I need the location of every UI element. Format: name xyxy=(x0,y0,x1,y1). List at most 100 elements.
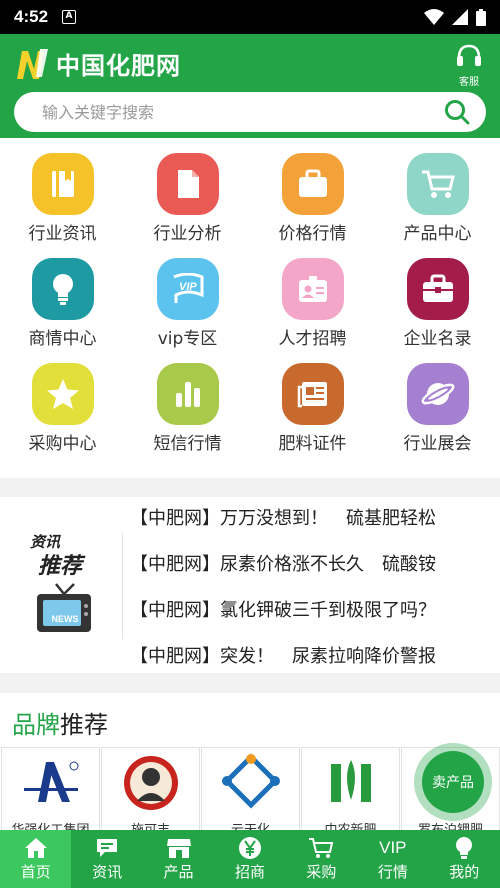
sell-product-label: 卖产品 xyxy=(422,751,484,813)
tv-icon xyxy=(37,583,91,632)
home-icon xyxy=(24,838,47,858)
customer-service-label: 客服 xyxy=(459,77,479,88)
grid-item-product-center[interactable]: 产品中心 xyxy=(375,153,500,244)
bar-chart-icon xyxy=(156,363,219,425)
cart-icon xyxy=(309,838,334,858)
grid-label: 采购中心 xyxy=(28,434,97,454)
grid-label: 价格行情 xyxy=(278,224,347,244)
grid-label: 商情中心 xyxy=(28,329,97,349)
brand-logo-huaqiang xyxy=(23,761,78,802)
document-icon xyxy=(156,153,219,215)
brand-logo-shikefeng xyxy=(123,756,178,810)
tv-news-label: NEWS xyxy=(51,614,79,624)
news-divider xyxy=(122,533,123,639)
grid-label: 肥料证件 xyxy=(278,434,347,454)
grid-item-price-quotes[interactable]: 价格行情 xyxy=(250,153,375,244)
feature-grid: 行业资讯 行业分析 价格行情 产品中心 商情中心 VIP vip专区 人才招聘 … xyxy=(0,138,500,478)
brand-logo-zhongnong xyxy=(330,760,371,802)
lightbulb-icon xyxy=(31,258,94,320)
tab-label: 产品 xyxy=(163,863,194,881)
yen-icon xyxy=(238,837,261,859)
vip-flag-icon: VIP xyxy=(156,258,219,320)
toolbox-icon xyxy=(406,258,469,320)
news-recommend-badge: 资讯 推荐 NEWS xyxy=(22,531,112,641)
grid-item-procurement[interactable]: 采购中心 xyxy=(0,363,125,454)
bottom-tab-bar: 首页 资讯 产品 招商 采购 VIP 行情 我的 xyxy=(0,830,500,888)
status-time: 4:52 xyxy=(14,7,49,26)
newspaper-icon xyxy=(281,363,344,425)
grid-item-company-directory[interactable]: 企业名录 xyxy=(375,258,500,349)
grid-label: 行业资讯 xyxy=(28,224,97,244)
tab-mine[interactable]: 我的 xyxy=(429,830,500,888)
book-icon xyxy=(31,153,94,215)
brand-card[interactable]: 中农新肥 xyxy=(301,747,400,833)
tab-label: 采购 xyxy=(306,863,337,881)
news-item[interactable]: 【中肥网】氯化钾破三千到极限了吗？ xyxy=(130,589,500,635)
grid-label: 产品中心 xyxy=(403,224,472,244)
brand-card[interactable]: 云天化 xyxy=(201,747,300,833)
tab-home[interactable]: 首页 xyxy=(0,830,72,888)
grid-item-recruitment[interactable]: 人才招聘 xyxy=(250,258,375,349)
grid-label: 人才招聘 xyxy=(278,329,347,349)
wifi-icon xyxy=(424,9,444,25)
tab-news[interactable]: 资讯 xyxy=(71,830,142,888)
status-bar: 4:52 A xyxy=(0,0,500,34)
sell-product-button[interactable]: 卖产品 xyxy=(414,743,492,821)
brand-logo-yuntianhua xyxy=(221,753,280,809)
headset-icon xyxy=(457,44,481,66)
tab-investment[interactable]: 招商 xyxy=(214,830,285,888)
app-header: 中国化肥网 客服 xyxy=(0,34,500,138)
notification-a-icon: A xyxy=(62,10,77,24)
grid-item-sms-quotes[interactable]: 短信行情 xyxy=(125,363,250,454)
brand-card[interactable]: 施可丰 xyxy=(101,747,200,833)
news-item[interactable]: 【中肥网】万万没想到！ 硫基肥轻松 xyxy=(130,497,500,543)
tab-products[interactable]: 产品 xyxy=(143,830,214,888)
battery-icon xyxy=(476,8,486,26)
briefcase-icon xyxy=(281,153,344,215)
tab-label: 招商 xyxy=(234,863,265,881)
app-title: 中国化肥网 xyxy=(56,52,181,80)
logo-n-icon xyxy=(17,48,48,79)
tab-label: 资讯 xyxy=(92,863,123,881)
brand-card[interactable]: 华强化工集团 xyxy=(1,747,100,833)
tab-vip-quotes[interactable]: VIP 行情 xyxy=(357,830,428,888)
shop-icon xyxy=(166,839,191,858)
tab-label: 行情 xyxy=(377,863,408,881)
search-bar[interactable] xyxy=(14,92,486,132)
vip-text-icon: VIP xyxy=(379,838,407,857)
brand-title-green: 品牌 xyxy=(12,711,60,739)
tab-purchase[interactable]: 采购 xyxy=(286,830,357,888)
id-card-icon xyxy=(281,258,344,320)
news-item[interactable]: 【中肥网】突发！ 尿素拉响降价警报 xyxy=(130,635,500,673)
star-icon xyxy=(31,363,94,425)
tab-label: 我的 xyxy=(449,863,480,881)
grid-label: vip专区 xyxy=(157,329,218,349)
grid-label: 行业展会 xyxy=(403,434,472,454)
customer-service-button[interactable]: 客服 xyxy=(452,44,486,88)
badge-line2: 推荐 xyxy=(38,554,83,579)
grid-label: 短信行情 xyxy=(153,434,222,454)
tab-label: 首页 xyxy=(20,863,51,881)
signal-icon xyxy=(452,9,468,25)
grid-label: 企业名录 xyxy=(403,329,472,349)
svg-text:VIP: VIP xyxy=(179,281,197,293)
grid-item-fertilizer-certificates[interactable]: 肥料证件 xyxy=(250,363,375,454)
news-item[interactable]: 【中肥网】尿素价格涨不长久 硫酸铵 xyxy=(130,543,500,589)
news-recommend-section: 资讯 推荐 NEWS 【中肥网】万万没想到！ 硫基肥轻松 【中肥网】尿素价格涨不… xyxy=(0,497,500,673)
chat-icon xyxy=(97,839,118,857)
search-input[interactable] xyxy=(42,102,444,122)
grid-item-vip-zone[interactable]: VIP vip专区 xyxy=(125,258,250,349)
cart-icon xyxy=(406,153,469,215)
app-logo: 中国化肥网 xyxy=(14,46,181,81)
grid-item-industry-news[interactable]: 行业资讯 xyxy=(0,153,125,244)
news-list: 【中肥网】万万没想到！ 硫基肥轻松 【中肥网】尿素价格涨不长久 硫酸铵 【中肥网… xyxy=(130,497,500,673)
grid-item-business-info[interactable]: 商情中心 xyxy=(0,258,125,349)
planet-icon xyxy=(406,363,469,425)
grid-item-industry-expo[interactable]: 行业展会 xyxy=(375,363,500,454)
brand-title-rest: 推荐 xyxy=(60,711,108,739)
brand-section-title: 品牌推荐 xyxy=(12,705,108,740)
bulb-icon xyxy=(456,837,473,859)
grid-label: 行业分析 xyxy=(153,224,222,244)
search-icon[interactable] xyxy=(444,99,470,125)
grid-item-industry-analysis[interactable]: 行业分析 xyxy=(125,153,250,244)
